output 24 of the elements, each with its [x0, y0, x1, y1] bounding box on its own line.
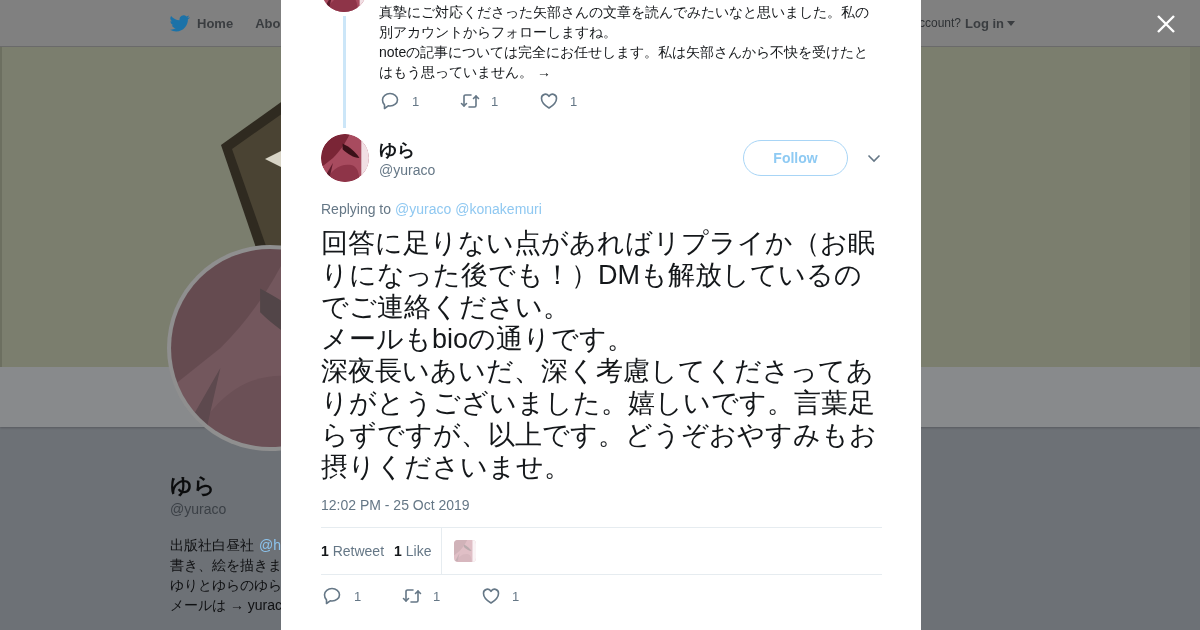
- bio-text: メールは → yurac: [170, 596, 282, 615]
- reply-button[interactable]: 1: [323, 586, 402, 606]
- nav-link[interactable]: Abo: [255, 15, 281, 31]
- retweet-icon: [402, 586, 422, 606]
- close-button[interactable]: [1156, 14, 1176, 34]
- stat-link[interactable]: 1 Like: [394, 543, 432, 559]
- reply-icon: [323, 586, 343, 606]
- close-icon: [1156, 14, 1176, 34]
- tweet-text: 深夜長いあいだ、深く考慮してくださってありがとうございました。嬉しいです。言葉足らずですが、以上です。どうぞおやすみもお摂りくださいませ。: [321, 355, 878, 483]
- login-link[interactable]: Log in: [965, 15, 1015, 31]
- bird-icon: [170, 14, 190, 32]
- bio-link[interactable]: @h: [259, 535, 281, 555]
- heart-button[interactable]: 1: [481, 586, 560, 606]
- bio-text: 書き、絵を描きま: [170, 556, 282, 575]
- retweet-button[interactable]: 1: [402, 586, 481, 606]
- profile-name: ゆら: [170, 473, 216, 499]
- caret-icon: [1007, 20, 1015, 26]
- tweet-timestamp: 12:02 PM - 25 Oct 2019: [321, 497, 471, 513]
- home-link[interactable]: Home: [170, 14, 234, 32]
- heart-icon: [481, 586, 501, 606]
- stat-link[interactable]: 1 Retweet: [321, 543, 385, 559]
- bio-text: 出版社白昼社: [170, 536, 254, 555]
- bio-text: ゆりとゆらのゆら: [170, 576, 282, 595]
- tweet-text: 真摯にご対応くださった矢部さんの文章を読んでみたいなと思いました。私の別アカウントからフォローしますね。: [379, 3, 870, 42]
